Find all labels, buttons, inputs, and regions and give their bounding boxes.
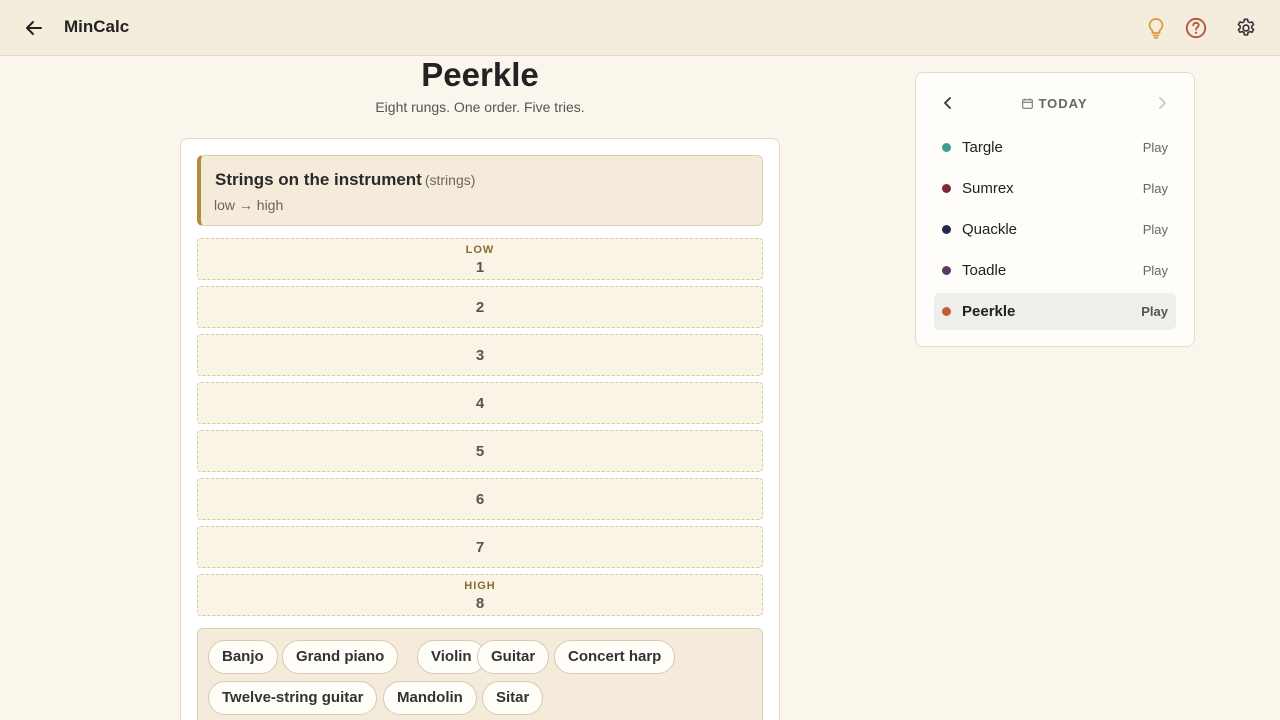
- next-day-button[interactable]: [1154, 95, 1170, 111]
- play-link[interactable]: Play: [1141, 304, 1168, 319]
- game-name: Targle: [962, 139, 1003, 156]
- rung-number: 1: [475, 259, 485, 276]
- game-color-dot: [942, 266, 951, 275]
- rung-slot-1[interactable]: LOW 1: [197, 238, 763, 280]
- date-text: TODAY: [1038, 96, 1088, 111]
- rung-slot-5[interactable]: 5: [197, 430, 763, 472]
- option-chip[interactable]: Concert harp: [554, 640, 676, 674]
- category-name: Strings on the instrument: [215, 170, 422, 189]
- game-title: Peerkle: [421, 56, 539, 93]
- game-subtitle: Eight rungs. One order. Five tries.: [375, 99, 585, 115]
- option-chip[interactable]: Mandolin: [383, 681, 477, 715]
- game-row-toadle[interactable]: Toadle Play: [934, 252, 1176, 289]
- rung-number: 2: [475, 299, 485, 316]
- question-circle-icon: [1185, 17, 1207, 39]
- rung-number: 3: [475, 347, 485, 364]
- game-name: Peerkle: [962, 303, 1016, 320]
- back-button[interactable]: [22, 17, 46, 39]
- rung-slot-3[interactable]: 3: [197, 334, 763, 376]
- play-link[interactable]: Play: [1143, 222, 1168, 237]
- play-link[interactable]: Play: [1143, 140, 1168, 155]
- hint-button[interactable]: [1144, 16, 1168, 40]
- game-name: Toadle: [962, 262, 1007, 279]
- option-chip[interactable]: Violin: [417, 640, 486, 674]
- daily-games-panel: TODAY Targle Play Sumrex Play Quackle Pl…: [915, 72, 1195, 347]
- chevron-right-icon: [1159, 97, 1166, 109]
- game-row-peerkle[interactable]: Peerkle Play: [934, 293, 1176, 330]
- category-prompt: Strings on the instrument (strings) low →…: [197, 155, 763, 226]
- rung-slot-4[interactable]: 4: [197, 382, 763, 424]
- play-link[interactable]: Play: [1143, 181, 1168, 196]
- rung-slot-6[interactable]: 6: [197, 478, 763, 520]
- rung-number: 6: [475, 491, 485, 508]
- lightbulb-icon: [1148, 18, 1164, 39]
- high-caption: HIGH: [464, 580, 496, 592]
- category-title: Strings on the instrument (strings): [215, 170, 475, 190]
- top-bar: MinCalc: [0, 0, 1280, 56]
- game-name: Quackle: [962, 221, 1018, 238]
- game-row-quackle[interactable]: Quackle Play: [934, 211, 1176, 248]
- gear-icon: [1237, 18, 1255, 36]
- option-chip[interactable]: Grand piano: [282, 640, 399, 674]
- game-row-targle[interactable]: Targle Play: [934, 129, 1176, 166]
- arrow-left-icon: [26, 21, 42, 35]
- rung-slot-2[interactable]: 2: [197, 286, 763, 328]
- answer-bank: Banjo Grand piano Violin Guitar Concert …: [197, 628, 763, 720]
- rung-number: 5: [475, 443, 485, 460]
- option-chip[interactable]: Twelve-string guitar: [208, 681, 378, 715]
- game-color-dot: [942, 184, 951, 193]
- low-caption: LOW: [465, 244, 495, 256]
- option-chip[interactable]: Guitar: [477, 640, 550, 674]
- help-button[interactable]: [1184, 16, 1208, 40]
- game-name: Sumrex: [962, 180, 1014, 197]
- app-title: MinCalc: [64, 17, 130, 36]
- rung-number: 4: [475, 395, 485, 412]
- option-chip[interactable]: Sitar: [482, 681, 544, 715]
- rung-slot-8[interactable]: HIGH 8: [197, 574, 763, 616]
- option-chip[interactable]: Banjo: [208, 640, 278, 674]
- game-color-dot: [942, 225, 951, 234]
- puzzle-card: Strings on the instrument (strings) low →…: [180, 138, 780, 720]
- rung-slot-7[interactable]: 7: [197, 526, 763, 568]
- play-link[interactable]: Play: [1143, 263, 1168, 278]
- settings-button[interactable]: [1234, 16, 1258, 40]
- rung-number: 7: [475, 539, 485, 556]
- calendar-icon: [1022, 98, 1034, 109]
- category-unit: (strings): [424, 172, 476, 188]
- sort-order: low → high: [214, 197, 284, 213]
- rung-number: 8: [475, 595, 485, 612]
- game-color-dot: [942, 143, 951, 152]
- game-row-sumrex[interactable]: Sumrex Play: [934, 170, 1176, 207]
- date-label: TODAY: [916, 96, 1194, 111]
- game-color-dot: [942, 307, 951, 316]
